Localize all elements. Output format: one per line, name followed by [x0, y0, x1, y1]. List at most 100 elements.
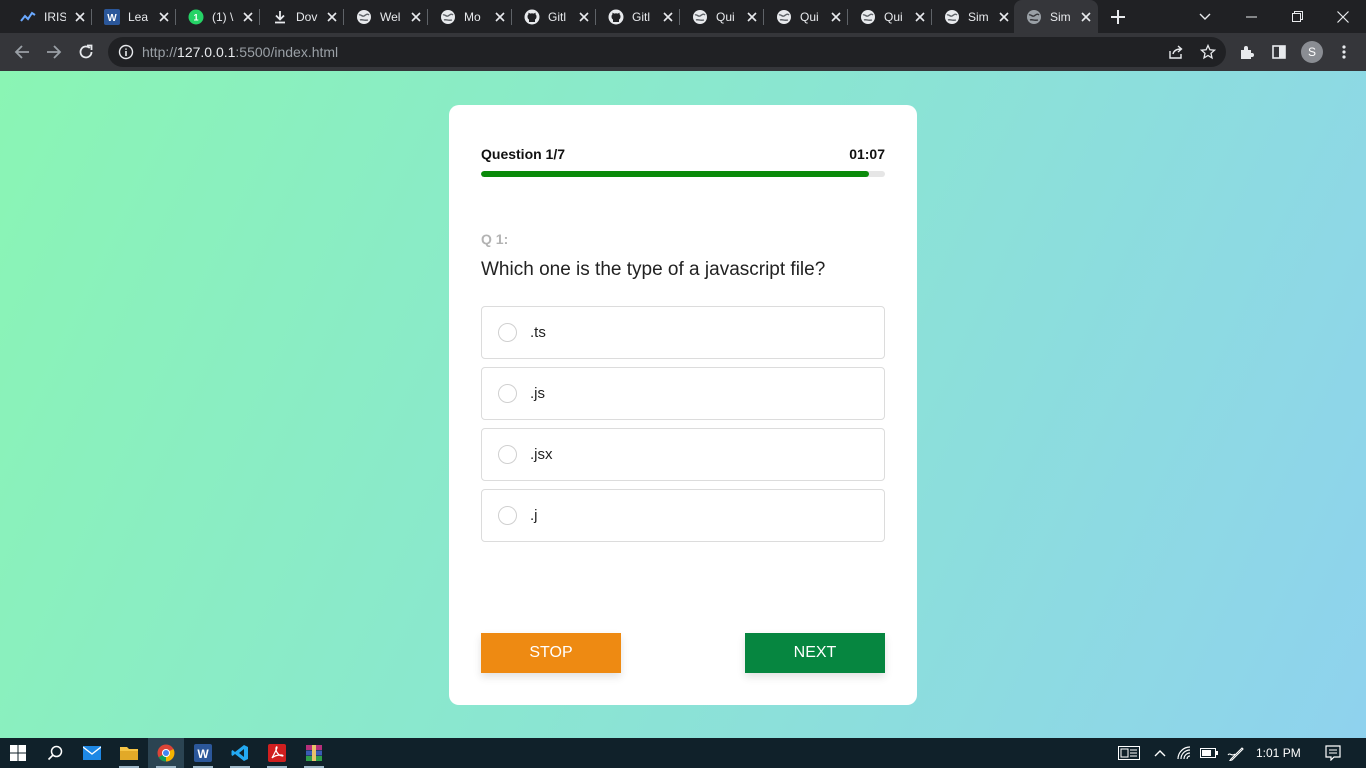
close-tab-icon[interactable] — [1078, 9, 1094, 25]
acrobat-icon[interactable] — [259, 738, 295, 768]
browser-tab[interactable]: Mo — [428, 0, 512, 33]
wifi-icon[interactable] — [1174, 738, 1196, 768]
tab-title: Qui — [884, 9, 903, 24]
browser-tab[interactable]: Wel — [344, 0, 428, 33]
extensions-puzzle-icon[interactable] — [1235, 40, 1259, 64]
close-window-icon[interactable] — [1320, 0, 1366, 33]
download-favicon-icon — [272, 9, 288, 25]
browser-tab[interactable]: Gitl — [596, 0, 680, 33]
close-tab-icon[interactable] — [996, 9, 1012, 25]
notification-center-icon[interactable] — [1320, 738, 1346, 768]
tab-title: Lea — [128, 9, 149, 24]
globe-favicon-icon — [944, 9, 960, 25]
taskbar-clock[interactable]: 1:01 PM — [1256, 746, 1301, 760]
forward-arrow-icon[interactable] — [42, 40, 66, 64]
svg-text:W: W — [107, 13, 117, 24]
profile-avatar[interactable]: S — [1301, 41, 1323, 63]
stop-button[interactable]: STOP — [481, 633, 621, 673]
reload-icon[interactable] — [74, 40, 98, 64]
tab-title: Mo — [464, 9, 481, 24]
windows-start-icon[interactable] — [0, 738, 36, 768]
back-arrow-icon[interactable] — [10, 40, 34, 64]
answer-option[interactable]: .js — [481, 367, 885, 420]
close-tab-icon[interactable] — [324, 9, 340, 25]
news-widget-icon[interactable] — [1116, 738, 1142, 768]
address-url[interactable]: http://127.0.0.1:5500/index.html — [142, 44, 338, 60]
github-favicon-icon — [608, 9, 624, 25]
word-app-icon[interactable]: W — [185, 738, 221, 768]
option-label: .j — [530, 507, 538, 524]
close-tab-icon[interactable] — [576, 9, 592, 25]
browser-tab[interactable]: Sim — [932, 0, 1016, 33]
chart-favicon-icon — [20, 9, 36, 25]
browser-tab[interactable]: Qui — [764, 0, 848, 33]
answer-option[interactable]: .ts — [481, 306, 885, 359]
close-tab-icon[interactable] — [240, 9, 256, 25]
mail-icon[interactable] — [74, 738, 110, 768]
browser-tab[interactable]: Qui — [848, 0, 932, 33]
browser-tab-active[interactable]: Sim — [1014, 0, 1098, 33]
browser-toolbar: http://127.0.0.1:5500/index.html S — [0, 33, 1366, 71]
question-counter: Question 1/7 — [481, 146, 566, 162]
whatsapp-favicon-icon: 1 — [188, 9, 204, 25]
browser-tab[interactable]: Gitl — [512, 0, 596, 33]
timer-progress-fill — [481, 171, 869, 177]
tab-title: Qui — [800, 9, 819, 24]
restore-window-icon[interactable] — [1274, 0, 1320, 33]
option-radio[interactable] — [498, 384, 517, 403]
answer-option[interactable]: .jsx — [481, 428, 885, 481]
tab-title: IRIS — [44, 9, 66, 24]
word-favicon-icon: W — [104, 8, 120, 25]
browser-tab[interactable]: Dov — [260, 0, 344, 33]
browser-tab[interactable]: 1 (1) \ — [176, 0, 260, 33]
close-tab-icon[interactable] — [744, 9, 760, 25]
option-label: .jsx — [530, 446, 553, 463]
browser-tab[interactable]: IRIS — [8, 0, 92, 33]
share-icon[interactable] — [1164, 40, 1188, 64]
new-tab-plus-icon[interactable] — [1108, 7, 1128, 27]
site-info-icon[interactable] — [118, 44, 134, 60]
tray-chevron-up-icon[interactable] — [1150, 738, 1170, 768]
close-tab-icon[interactable] — [912, 9, 928, 25]
option-label: .js — [530, 385, 545, 402]
close-tab-icon[interactable] — [660, 9, 676, 25]
url-path: :5500/index.html — [235, 44, 339, 60]
answer-option[interactable]: .j — [481, 489, 885, 542]
chrome-icon[interactable] — [148, 738, 184, 768]
vscode-icon[interactable] — [222, 738, 258, 768]
winrar-icon[interactable] — [296, 738, 332, 768]
next-button[interactable]: NEXT — [745, 633, 885, 673]
globe-favicon-icon — [692, 9, 708, 25]
tab-title: Sim — [1050, 9, 1071, 24]
option-label: .ts — [530, 324, 546, 341]
tab-title: Wel — [380, 9, 401, 24]
browser-tab[interactable]: W Lea — [92, 0, 176, 33]
question-number: Q 1: — [481, 231, 509, 247]
browser-tab[interactable]: Qui — [680, 0, 764, 33]
battery-icon[interactable] — [1198, 738, 1220, 768]
globe-favicon-icon — [1026, 9, 1042, 25]
bookmark-star-icon[interactable] — [1196, 40, 1220, 64]
pen-ink-icon[interactable] — [1224, 738, 1248, 768]
address-bar[interactable]: http://127.0.0.1:5500/index.html — [108, 37, 1226, 67]
close-tab-icon[interactable] — [72, 9, 88, 25]
quiz-card: Question 1/7 01:07 Q 1: Which one is the… — [449, 105, 917, 705]
close-tab-icon[interactable] — [492, 9, 508, 25]
option-radio[interactable] — [498, 445, 517, 464]
kebab-menu-icon[interactable] — [1332, 40, 1356, 64]
option-radio[interactable] — [498, 506, 517, 525]
globe-favicon-icon — [356, 9, 372, 25]
minimize-window-icon[interactable] — [1228, 0, 1274, 33]
globe-favicon-icon — [776, 9, 792, 25]
page-viewport: Question 1/7 01:07 Q 1: Which one is the… — [0, 71, 1366, 738]
file-explorer-icon[interactable] — [111, 738, 147, 768]
close-tab-icon[interactable] — [408, 9, 424, 25]
option-radio[interactable] — [498, 323, 517, 342]
side-panel-icon[interactable] — [1267, 40, 1291, 64]
close-tab-icon[interactable] — [828, 9, 844, 25]
tab-title: Gitl — [548, 9, 566, 24]
close-tab-icon[interactable] — [156, 9, 172, 25]
tab-search-chevron-icon[interactable] — [1182, 0, 1228, 33]
tab-title: Qui — [716, 9, 735, 24]
search-icon[interactable] — [37, 738, 73, 768]
